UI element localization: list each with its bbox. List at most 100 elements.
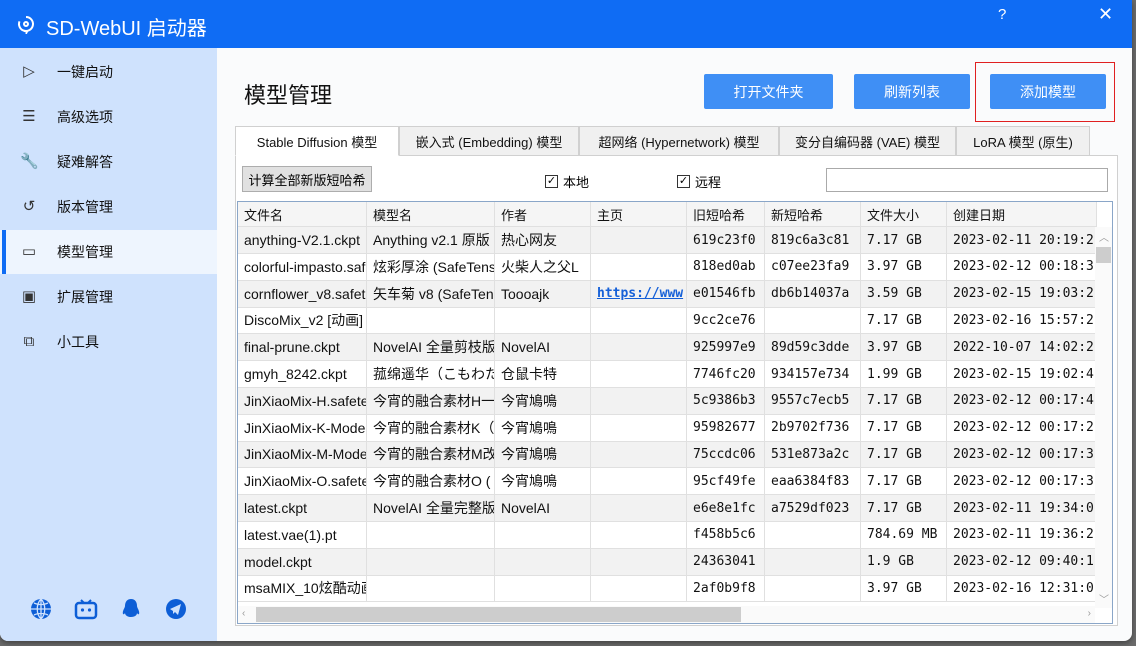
column-header[interactable]: 文件名 <box>238 202 367 226</box>
table-row[interactable]: model.ckpt 24363041 1.9 GB 2023-02-12 09:40… <box>238 548 1097 576</box>
sidebar-item-0[interactable]: ▷ 一键启动 <box>0 50 217 94</box>
table-cell: a7529df023 <box>765 495 861 521</box>
tab-lora[interactable]: LoRA 模型 (原生) <box>956 126 1090 156</box>
cell-text: cornflower_v8.safetensors <box>244 285 366 302</box>
tab-embedding[interactable]: 嵌入式 (Embedding) 模型 <box>399 126 579 156</box>
refresh-list-button[interactable]: 刷新列表 <box>854 74 970 109</box>
table-cell: 2023-02-16 12:31:0 <box>947 575 1097 602</box>
tab-vae[interactable]: 变分自编码器 (VAE) 模型 <box>779 126 956 156</box>
table-row[interactable]: final-prune.ckpt NovelAI 全量剪枝版 NovelAI 9259… <box>238 334 1097 362</box>
table-row[interactable]: latest.ckpt NovelAI 全量完整版 NovelAI e6e8e1fc a… <box>238 495 1097 522</box>
table-cell <box>591 307 687 334</box>
column-header[interactable]: 作者 <box>495 202 591 226</box>
table-cell: 819c6a3c81 <box>765 227 861 253</box>
table-row[interactable]: JinXiaoMix-K-Model 今宵的融合素材K（ 今宵鳩鳴 95982677 2… <box>238 414 1097 442</box>
model-table: msaMIX_10炫酷动画 2af0b9f8 3.97 GB 2023-02-16 1… <box>237 201 1113 624</box>
table-row[interactable]: JinXiaoMix-H.safetensors 今宵的融合素材H一今宵鳩鳴 5c9… <box>238 387 1097 415</box>
local-label: 本地 <box>563 175 590 190</box>
table-row[interactable]: gmyh_8242.ckpt 菰绵遥华（こもわた 仓鼠卡特 7746fc20 93415… <box>238 361 1097 388</box>
table-cell: 火柴人之父L <box>495 253 591 280</box>
table-cell: 炫彩厚涂 (SafeTensors) <box>367 253 495 280</box>
cell-text: 今宵鳩鳴 <box>501 446 557 463</box>
column-header[interactable]: 新短哈希 <box>765 202 861 226</box>
table-cell: 2023-02-12 00:17:3 <box>947 468 1097 495</box>
cell-text: anything-V2.1.ckpt <box>244 232 360 248</box>
cell-text: 2023-02-16 12:31:0 <box>953 580 1094 596</box>
table-row[interactable]: colorful-impasto.safetensors 炫彩厚涂 (SafeTe… <box>238 253 1097 281</box>
cell-text: 作者 <box>501 207 528 223</box>
cell-text: 7.17 GB <box>867 473 922 489</box>
table-row[interactable]: cornflower_v8.safetensors 矢车菊 v8 (SafeTen… <box>238 280 1097 308</box>
tab-hypernetwork[interactable]: 超网络 (Hypernetwork) 模型 <box>579 126 779 156</box>
cell-text: 新短哈希 <box>771 207 824 223</box>
table-cell: 2023-02-12 00:17:4 <box>947 387 1097 414</box>
column-header[interactable]: 文件大小 <box>861 202 947 226</box>
cell-text: 2023-02-12 00:17:4 <box>953 393 1094 409</box>
cell-text: 今宵的融合素材O ( <box>373 473 491 490</box>
help-button[interactable]: ? <box>998 6 1006 23</box>
sidebar-item-3[interactable]: ↺ 版本管理 <box>0 185 217 229</box>
cell-text: 2023-02-11 19:36:2 <box>953 527 1094 543</box>
table-row[interactable]: JinXiaoMix-M-Model 今宵的融合素材M改 今宵鳩鳴 75ccdc06 5… <box>238 441 1097 469</box>
cell-text: 3.97 GB <box>867 339 922 355</box>
history-icon: ↺ <box>22 198 36 215</box>
table-cell: 75ccdc06 <box>687 441 765 468</box>
tab-stable-diffusion[interactable]: Stable Diffusion 模型 <box>235 126 399 156</box>
local-checkbox[interactable]: ✓ 本地 <box>545 172 589 191</box>
column-header[interactable]: 旧短哈希 <box>687 202 765 226</box>
cell-text: 89d59c3dde <box>771 339 850 355</box>
calc-hash-button[interactable]: 计算全部新版短哈希 <box>242 166 372 192</box>
cell-text: 925997e9 <box>693 339 756 355</box>
cell-text: JinXiaoMix-M-Model <box>244 446 367 463</box>
table-cell: NovelAI 全量完整版 <box>367 495 495 521</box>
table-cell: 95cf49fe <box>687 468 765 495</box>
table-cell: 今宵鳩鳴 <box>495 468 591 495</box>
sidebar-item-4[interactable]: ▭ 模型管理 <box>0 230 217 274</box>
table-cell: gmyh_8242.ckpt <box>238 361 367 387</box>
column-header[interactable]: 模型名 <box>367 202 495 226</box>
sidebar-item-label: 一键启动 <box>57 64 113 80</box>
column-header[interactable]: 主页 <box>591 202 687 226</box>
close-button[interactable]: ✕ <box>1098 4 1113 25</box>
sidebar-item-1[interactable]: ☰ 高级选项 <box>0 95 217 139</box>
table-cell: 818ed0ab <box>687 253 765 280</box>
table-row[interactable]: latest.vae(1).pt f458b5c6 784.69 MB 2023-02… <box>238 521 1097 549</box>
bilibili-icon[interactable] <box>74 597 98 621</box>
chip-icon: ▣ <box>21 288 37 305</box>
checkbox-local[interactable]: ✓ <box>545 175 558 188</box>
telegram-icon[interactable] <box>164 597 188 621</box>
cell-text: e01546fb <box>693 286 756 302</box>
cell-text: 2af0b9f8 <box>693 580 756 596</box>
table-row[interactable]: anything-V2.1.ckpt Anything v2.1 原版 热心网友 61… <box>238 227 1097 254</box>
table-cell <box>591 253 687 280</box>
sidebar-item-6[interactable]: ⧉ 小工具 <box>0 320 217 364</box>
cell-text: 仓鼠卡特 <box>501 366 557 382</box>
table-cell: JinXiaoMix-M-Model <box>238 441 367 468</box>
table-row[interactable]: msaMIX_10炫酷动画 2af0b9f8 3.97 GB 2023-02-16 1… <box>238 575 1097 603</box>
checkbox-remote[interactable]: ✓ <box>677 175 690 188</box>
table-cell: https://www <box>591 280 687 307</box>
horizontal-scrollbar[interactable]: ‹ › <box>238 606 1095 623</box>
cell-text: 旧短哈希 <box>693 207 746 223</box>
globe-icon[interactable] <box>29 597 53 621</box>
cell-text: colorful-impasto.safetensors <box>244 258 366 275</box>
search-input[interactable] <box>826 168 1108 192</box>
remote-checkbox[interactable]: ✓ 远程 <box>677 172 721 191</box>
cell-text: 9557c7ecb5 <box>771 393 850 409</box>
open-folder-button[interactable]: 打开文件夹 <box>704 74 833 109</box>
qq-icon[interactable] <box>119 597 143 621</box>
table-cell: 7.17 GB <box>861 227 947 253</box>
table-row[interactable]: JinXiaoMix-O.safetensors 今宵的融合素材O (今宵鳩鳴 95… <box>238 468 1097 496</box>
app-logo-icon <box>18 16 34 34</box>
vertical-scrollbar[interactable]: ︿ ﹀ <box>1095 227 1112 608</box>
cell-text: NovelAI <box>501 500 551 516</box>
sidebar-item-5[interactable]: ▣ 扩展管理 <box>0 275 217 319</box>
table-cell: 925997e9 <box>687 334 765 361</box>
homepage-link[interactable]: https://www <box>597 286 683 301</box>
table-cell: 24363041 <box>687 548 765 575</box>
column-header[interactable]: 创建日期 <box>947 202 1097 226</box>
table-cell: 2b9702f736 <box>765 414 861 441</box>
sidebar-item-label: 扩展管理 <box>57 289 113 305</box>
table-row[interactable]: DiscoMix_v2 [动画] 9cc2ce76 7.17 GB 2023-02-1… <box>238 307 1097 335</box>
sidebar-item-2[interactable]: 🔧 疑难解答 <box>0 140 217 184</box>
